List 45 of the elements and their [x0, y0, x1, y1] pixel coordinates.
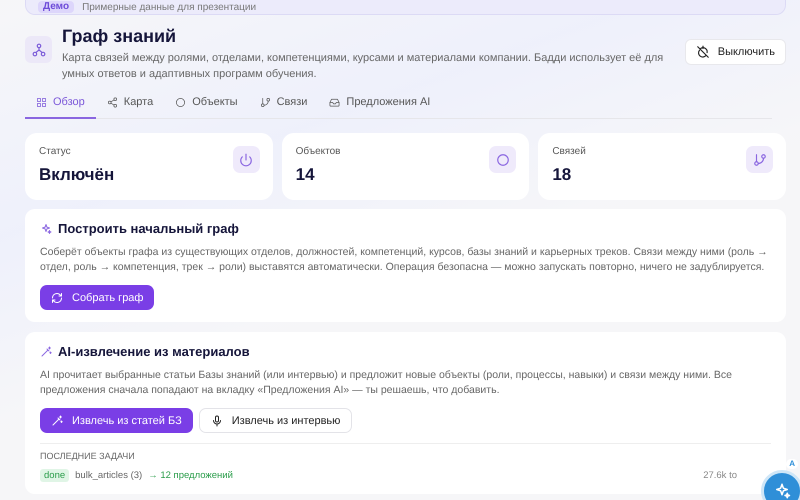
fab-badge: A [786, 459, 798, 469]
tab[interactable]: Объекты [164, 88, 249, 119]
share-icon [106, 96, 118, 108]
card-title: AI-извлечение из материалов [58, 344, 250, 359]
refresh-icon [51, 292, 63, 304]
wand-icon [51, 414, 63, 426]
card-description: Соберёт объекты графа из существующих отделов, должностей, компетенций, курсов, базы знаний и карьерных треков. Связи между ними (роль → отдел, роль → компетенция, трек → роли) выставятся автоматически. Операция безопасна — можно запускать повторно, ничего не задублируется. [40, 245, 769, 275]
branch-icon [752, 152, 766, 166]
sparkle-icon [40, 222, 52, 234]
stat-value: 18 [552, 165, 572, 185]
power-icon [239, 152, 254, 166]
microphone-icon [210, 414, 223, 426]
task-source: bulk_articles (3) [75, 470, 142, 481]
inbox-icon [329, 96, 340, 108]
disable-button[interactable]: Выключить [684, 39, 786, 65]
grid-icon [36, 96, 47, 108]
stat-label: Объектов [296, 146, 340, 157]
build-graph-button[interactable]: Собрать граф [40, 285, 154, 310]
section-heading: ПОСЛЕДНИЕ ЗАДАЧИ [40, 451, 136, 461]
tab[interactable]: Предложения AI [318, 88, 442, 119]
stat-value: Включён [39, 165, 114, 185]
stat-value: 14 [296, 165, 316, 185]
page-title: Граф знаний [62, 25, 178, 47]
wand-icon [40, 346, 52, 358]
power-off-icon [696, 45, 710, 59]
circle-icon [496, 152, 510, 166]
sparkle-icon [773, 482, 791, 500]
card-title: Построить начальный граф [58, 221, 239, 236]
branch-icon [260, 96, 271, 108]
card-description: AI прочитает выбранные статьи Базы знаний (или интервью) и предложит новые объекты (роли, процессы, навыки) и связи между ними. Все предложения сначала попадают на вкладку «Предложения AI» — ты решаешь, что добавить. [40, 368, 733, 398]
circle-icon [175, 96, 186, 108]
extract-button[interactable]: Извлечь из статей БЗ [40, 408, 193, 433]
extract-button[interactable]: Извлечь из интервью [198, 408, 352, 433]
tab[interactable]: Карта [96, 88, 164, 119]
token-count: 27.6k to [703, 470, 737, 481]
banner-text: Примерные данные для презентации [82, 2, 256, 12]
tab[interactable]: Связи [248, 88, 318, 119]
task-result: → 12 предложений [148, 470, 233, 481]
nodes-icon [32, 42, 46, 56]
tab[interactable]: Обзор [25, 88, 96, 119]
status-badge: done [40, 469, 70, 482]
stat-label: Статус [39, 146, 72, 157]
page-description: Карта связей между ролями, отделами, компетенциями, курсами и материалами компании. Бадди использует её для умных ответов и адаптивных программ обучения. [62, 51, 664, 82]
stat-label: Связей [552, 146, 586, 157]
demo-badge: Демо [38, 1, 74, 13]
